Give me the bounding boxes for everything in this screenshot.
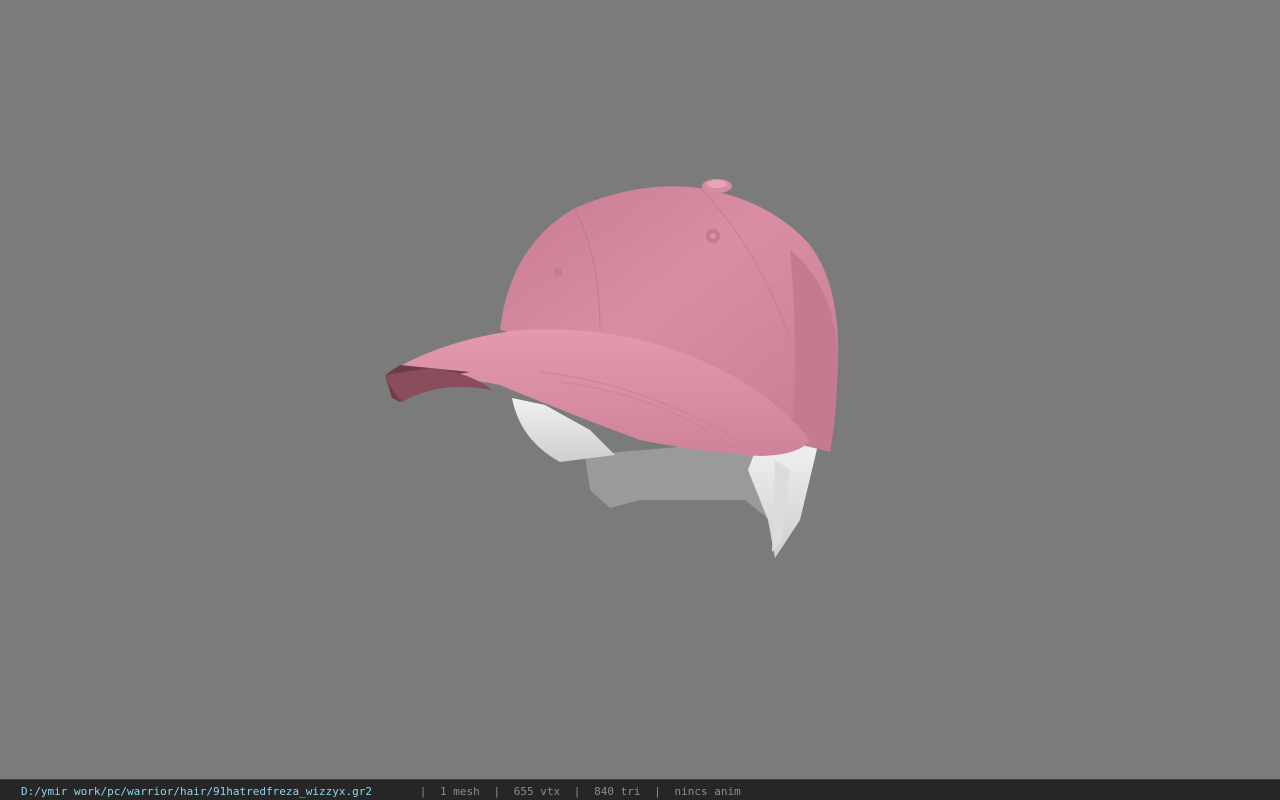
model-file-path: D:/ymir work/pc/warrior/hair/91hatredfre… — [21, 785, 372, 798]
3d-viewport[interactable] — [0, 0, 1280, 779]
separator: | — [573, 785, 581, 798]
model-stats: | 1 mesh | 655 vtx | 840 tri | nincs ani… — [406, 786, 741, 797]
animation-status: nincs anim — [674, 785, 741, 798]
separator: | — [654, 785, 661, 798]
separator: | — [419, 785, 427, 798]
model-preview — [385, 179, 839, 558]
triangle-count: 840 tri — [594, 785, 641, 798]
vertex-count: 655 vtx — [513, 785, 561, 798]
mesh-count: 1 mesh — [440, 785, 480, 798]
status-bar: D:/ymir work/pc/warrior/hair/91hatredfre… — [0, 779, 1280, 800]
separator: | — [493, 785, 501, 798]
